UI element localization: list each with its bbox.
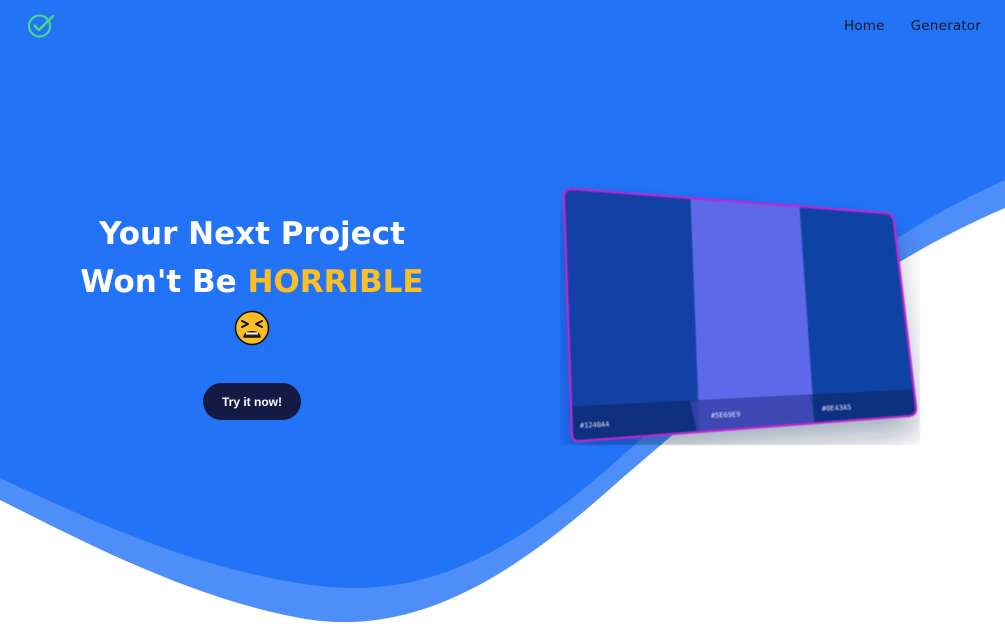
hero-title-line2-prefix: Won't Be: [80, 264, 248, 300]
tired-face-emoji-icon: [234, 310, 270, 346]
swatch-1-label: #1240A4: [580, 420, 610, 430]
hero-title: Your Next Project Won't Be HORRIBLE: [52, 210, 452, 306]
landing-page: Home Generator Your Next Project Won't B…: [0, 0, 1005, 626]
nav-link-home[interactable]: Home: [844, 18, 885, 34]
palette-preview-card: #1240A4 #5E69E9 #0E43A5: [560, 185, 920, 445]
check-circle-icon[interactable]: [26, 11, 56, 41]
nav-links: Home Generator: [844, 18, 981, 34]
top-navbar: Home Generator: [0, 0, 1005, 52]
hero-title-line1: Your Next Project: [99, 216, 405, 252]
hero-section: Your Next Project Won't Be HORRIBLE: [52, 210, 452, 351]
swatch-2-label: #5E69E9: [711, 410, 741, 420]
hero-title-accent: HORRIBLE: [247, 264, 424, 300]
try-it-now-button[interactable]: Try it now!: [203, 383, 301, 420]
nav-link-generator[interactable]: Generator: [911, 18, 981, 34]
swatch-3-label: #0E43A5: [822, 403, 852, 413]
